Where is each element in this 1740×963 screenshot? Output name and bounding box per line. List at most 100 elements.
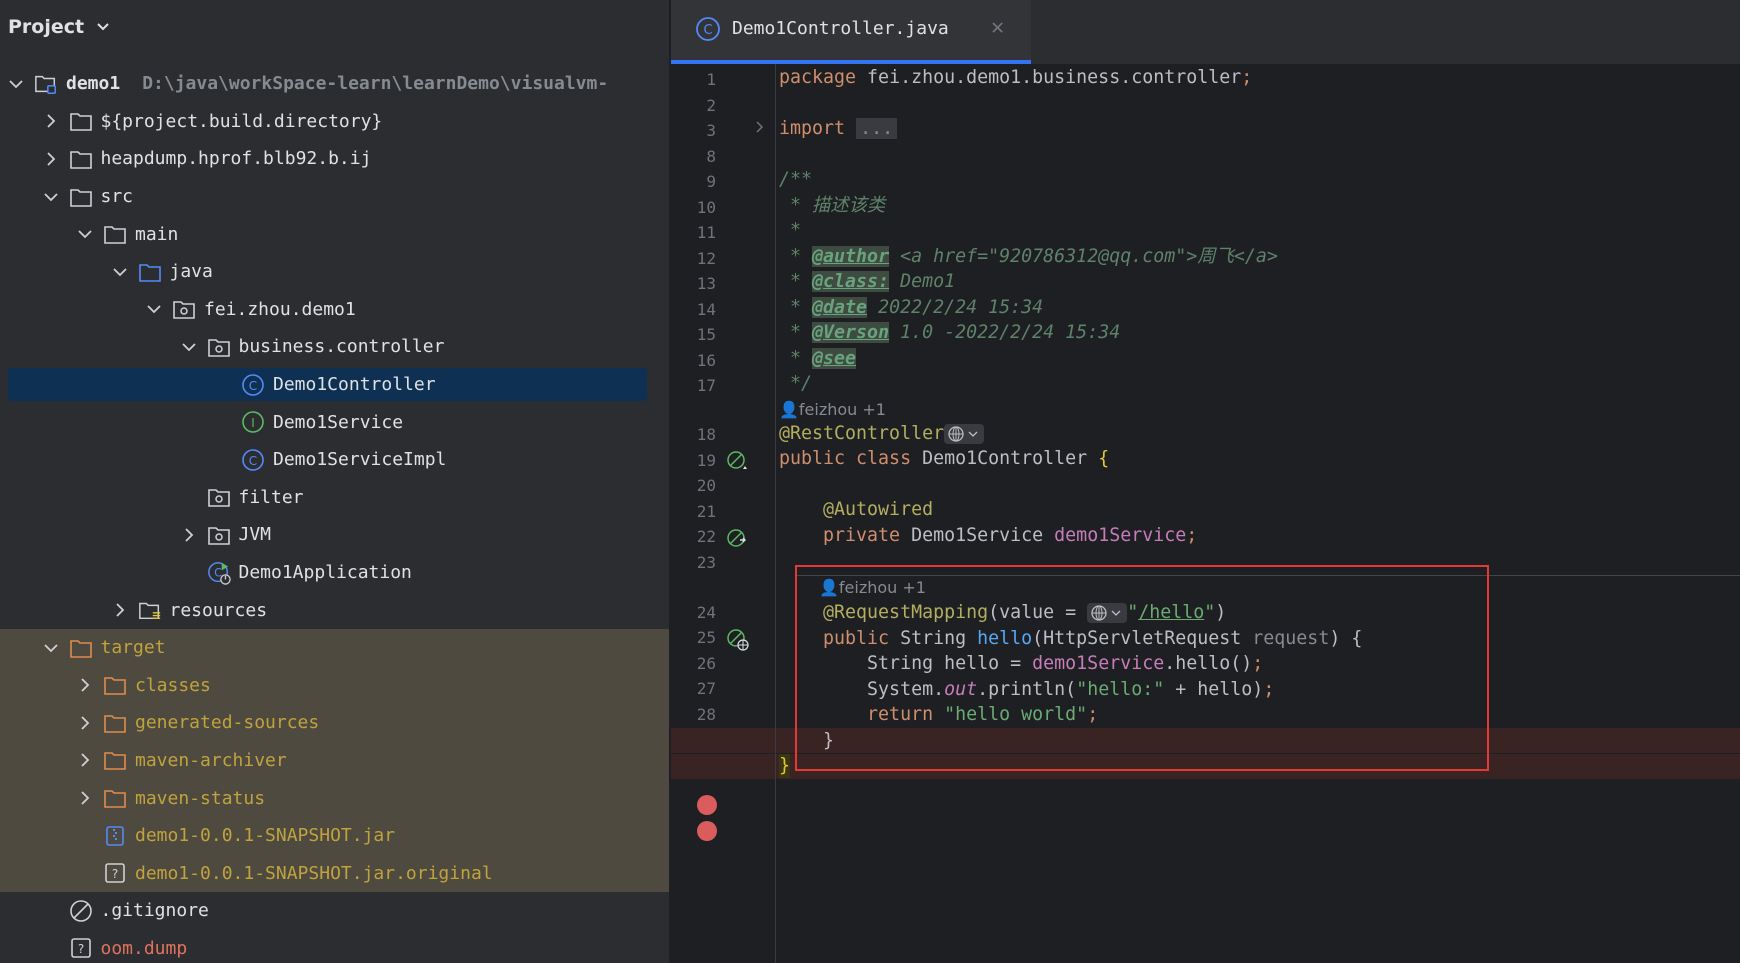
tree-item[interactable]: fei.zhou.demo1 xyxy=(0,291,669,329)
tree-item-label: heapdump.hprof.blb92.b.ij xyxy=(101,148,372,169)
token: ; xyxy=(1263,679,1275,700)
tree-item[interactable]: I Demo1Service xyxy=(0,403,669,441)
close-icon[interactable]: ✕ xyxy=(991,15,1004,40)
tree-item[interactable]: resources xyxy=(0,591,669,629)
tree-item-text: JVM xyxy=(238,524,272,546)
chevron-down-icon[interactable] xyxy=(75,224,95,244)
excluded-folder-icon xyxy=(103,711,127,735)
chevron-right-icon[interactable] xyxy=(41,149,61,169)
token: "hello:" xyxy=(1076,679,1165,700)
author-inlay-hint[interactable]: 👤feizhou +1 xyxy=(779,398,886,422)
tree-item[interactable]: target xyxy=(0,628,669,667)
chevron-right-icon[interactable] xyxy=(75,788,95,808)
tree-item-label: demo1-0.0.1-SNAPSHOT.jar xyxy=(135,825,395,846)
globe-icon[interactable] xyxy=(944,423,985,444)
package-icon xyxy=(207,523,231,547)
code-line-3: import ... xyxy=(779,117,898,141)
chevron-down-icon[interactable] xyxy=(144,299,164,319)
fold-icon[interactable] xyxy=(755,119,765,138)
tree-item[interactable]: C Demo1ServiceImpl xyxy=(0,441,669,479)
code-line-13: * @class: Demo1 xyxy=(779,270,955,294)
line-number: 20 xyxy=(696,476,716,495)
chevron-right-icon[interactable] xyxy=(179,525,199,545)
tree-item[interactable]: src xyxy=(0,178,669,216)
line-number: 25 xyxy=(696,628,716,647)
line-number: 15 xyxy=(696,325,716,344)
tree-item[interactable]: C Demo1Controller xyxy=(0,366,669,404)
chevron-right-icon[interactable] xyxy=(110,600,130,620)
folded-imports[interactable]: ... xyxy=(856,118,898,139)
tree-item[interactable]: heapdump.hprof.blb92.b.ij xyxy=(0,140,669,178)
breakpoint-icon[interactable] xyxy=(697,795,717,815)
author-hint: feizhou +1 xyxy=(838,578,926,597)
tree-item[interactable]: .gitignore xyxy=(0,892,669,930)
tree-item[interactable]: generated-sources xyxy=(0,704,669,742)
token: (HttpServletRequest xyxy=(1032,628,1253,649)
tree-item[interactable]: ? oom.dump xyxy=(0,930,669,963)
jar-icon xyxy=(103,824,127,848)
chevron-down-icon[interactable] xyxy=(41,638,61,658)
tree-item[interactable]: main xyxy=(0,215,669,253)
chevron-down-icon[interactable] xyxy=(6,74,26,94)
spring-bean-gutter-icon[interactable] xyxy=(726,450,750,478)
doc-tag: @date xyxy=(812,297,868,318)
token: package xyxy=(779,67,857,88)
doc-tag: @author xyxy=(812,246,890,267)
token: { xyxy=(1098,448,1110,469)
tab-demo1controller[interactable]: C Demo1Controller.java ✕ xyxy=(671,0,1031,64)
project-view-selector[interactable]: Project xyxy=(8,12,110,42)
editor-gutter[interactable]: 1 2 3 8 9 10 11 12 13 14 15 16 17 18 19 … xyxy=(671,64,776,963)
token: * xyxy=(779,297,813,318)
spring-app-icon: C xyxy=(207,561,231,585)
tree-item-text: fei.zhou.demo1 xyxy=(204,298,356,320)
token: public xyxy=(779,628,901,649)
tree-item[interactable]: C Demo1Application xyxy=(0,554,669,592)
tree-item[interactable]: classes xyxy=(0,666,669,705)
breakpoint-icon[interactable] xyxy=(697,821,717,841)
tree-item-label: Demo1Service xyxy=(273,412,403,433)
request-mapping-gutter-icon[interactable] xyxy=(726,628,750,656)
tree-item-label: filter xyxy=(239,487,304,508)
autowired-gutter-icon[interactable] xyxy=(726,528,750,556)
tree-item[interactable]: demo1-0.0.1-SNAPSHOT.jar xyxy=(0,816,669,855)
tree-item[interactable]: business.controller xyxy=(0,328,669,366)
globe-icon[interactable] xyxy=(1087,602,1128,623)
svg-text:C: C xyxy=(249,379,257,393)
code-line-22: private Demo1Service demo1Service; xyxy=(779,524,1197,548)
token: + hello) xyxy=(1164,679,1264,700)
line-number: 16 xyxy=(696,351,716,370)
token: .hello() xyxy=(1164,653,1253,674)
tree-item[interactable]: JVM xyxy=(0,516,669,554)
chevron-down-icon[interactable] xyxy=(179,337,199,357)
chevron-down-icon[interactable] xyxy=(41,187,61,207)
tree-item-text: java xyxy=(169,261,213,283)
tree-item[interactable]: filter xyxy=(0,479,669,517)
tree-item[interactable]: maven-archiver xyxy=(0,741,669,780)
chevron-down-icon[interactable] xyxy=(110,262,130,282)
url-link[interactable]: /hello xyxy=(1138,602,1204,623)
tree-item[interactable]: ${project.build.directory} xyxy=(0,103,669,141)
tree-item[interactable]: java xyxy=(0,253,669,291)
chevron-right-icon[interactable] xyxy=(41,111,61,131)
chevron-right-icon[interactable] xyxy=(75,750,95,770)
tree-item-text: maven-status xyxy=(135,787,266,809)
tree-item[interactable]: ? demo1-0.0.1-SNAPSHOT.jar.original xyxy=(0,854,669,893)
code-line-14: * @date 2022/2/24 15:34 xyxy=(779,296,1043,320)
project-tree: demo1 D:\java\workSpace-learn\learnDemo\v… xyxy=(0,65,669,963)
chevron-right-icon[interactable] xyxy=(75,675,95,695)
tree-item-label: maven-archiver xyxy=(135,750,287,771)
token: 2022/2/24 15:34 xyxy=(867,297,1044,318)
tree-item-label: generated-sources xyxy=(135,712,319,733)
token: <a href="920786312@qq.com">周飞</a> xyxy=(889,246,1278,267)
tree-item-text: maven-archiver xyxy=(135,749,287,771)
code-line-30: } xyxy=(779,754,791,778)
tree-item[interactable]: maven-status xyxy=(0,779,669,817)
code-line-29: } xyxy=(779,730,835,751)
author-inlay-hint[interactable]: 👤feizhou +1 xyxy=(819,576,926,600)
editor-area: C Demo1Controller.java ✕ 1 2 3 8 9 10 11… xyxy=(671,0,1740,963)
token: private xyxy=(779,525,912,546)
tree-item[interactable]: demo1 D:\java\workSpace-learn\learnDemo\v… xyxy=(0,65,669,103)
chevron-right-icon[interactable] xyxy=(75,713,95,733)
code-line-21: @Autowired xyxy=(779,498,933,522)
line-number: 27 xyxy=(696,679,716,698)
